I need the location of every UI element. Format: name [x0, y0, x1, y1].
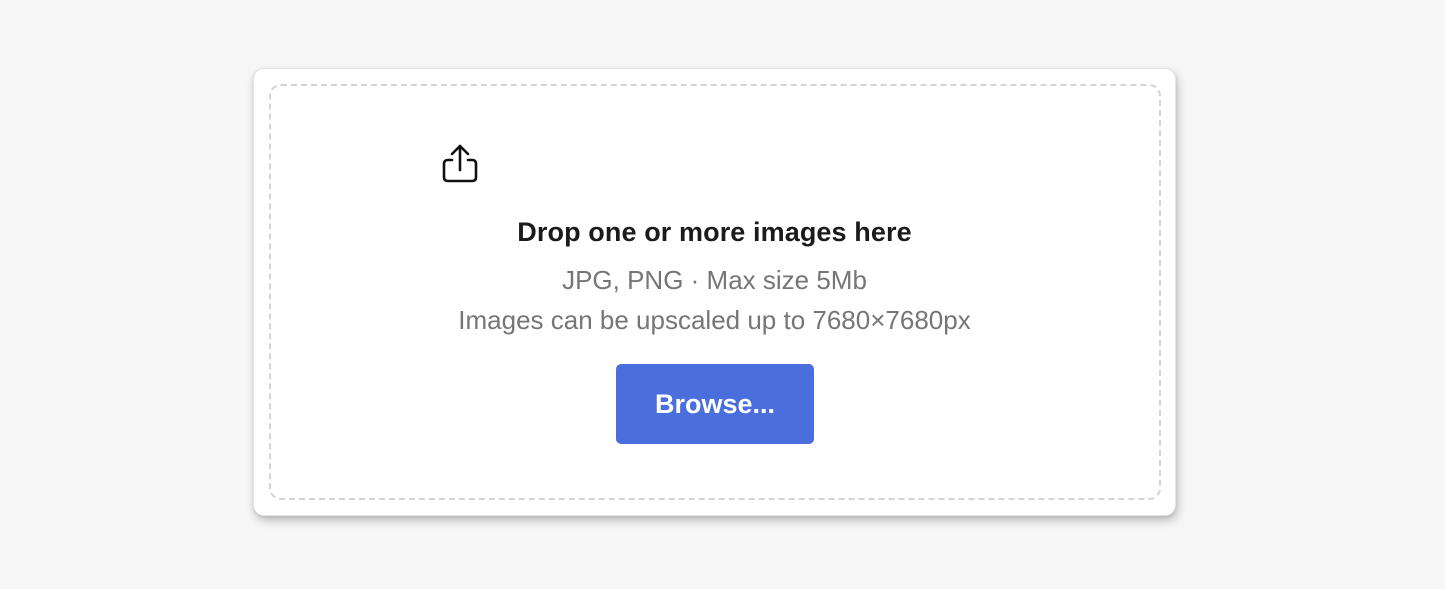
accepted-formats-text: JPG, PNG · Max size 5Mb	[562, 265, 867, 295]
upload-icon	[442, 144, 478, 183]
dropzone-title: Drop one or more images here	[517, 217, 912, 247]
upscale-limit-text: Images can be upscaled up to 7680×7680px	[458, 305, 971, 335]
browse-button[interactable]: Browse...	[616, 364, 814, 444]
